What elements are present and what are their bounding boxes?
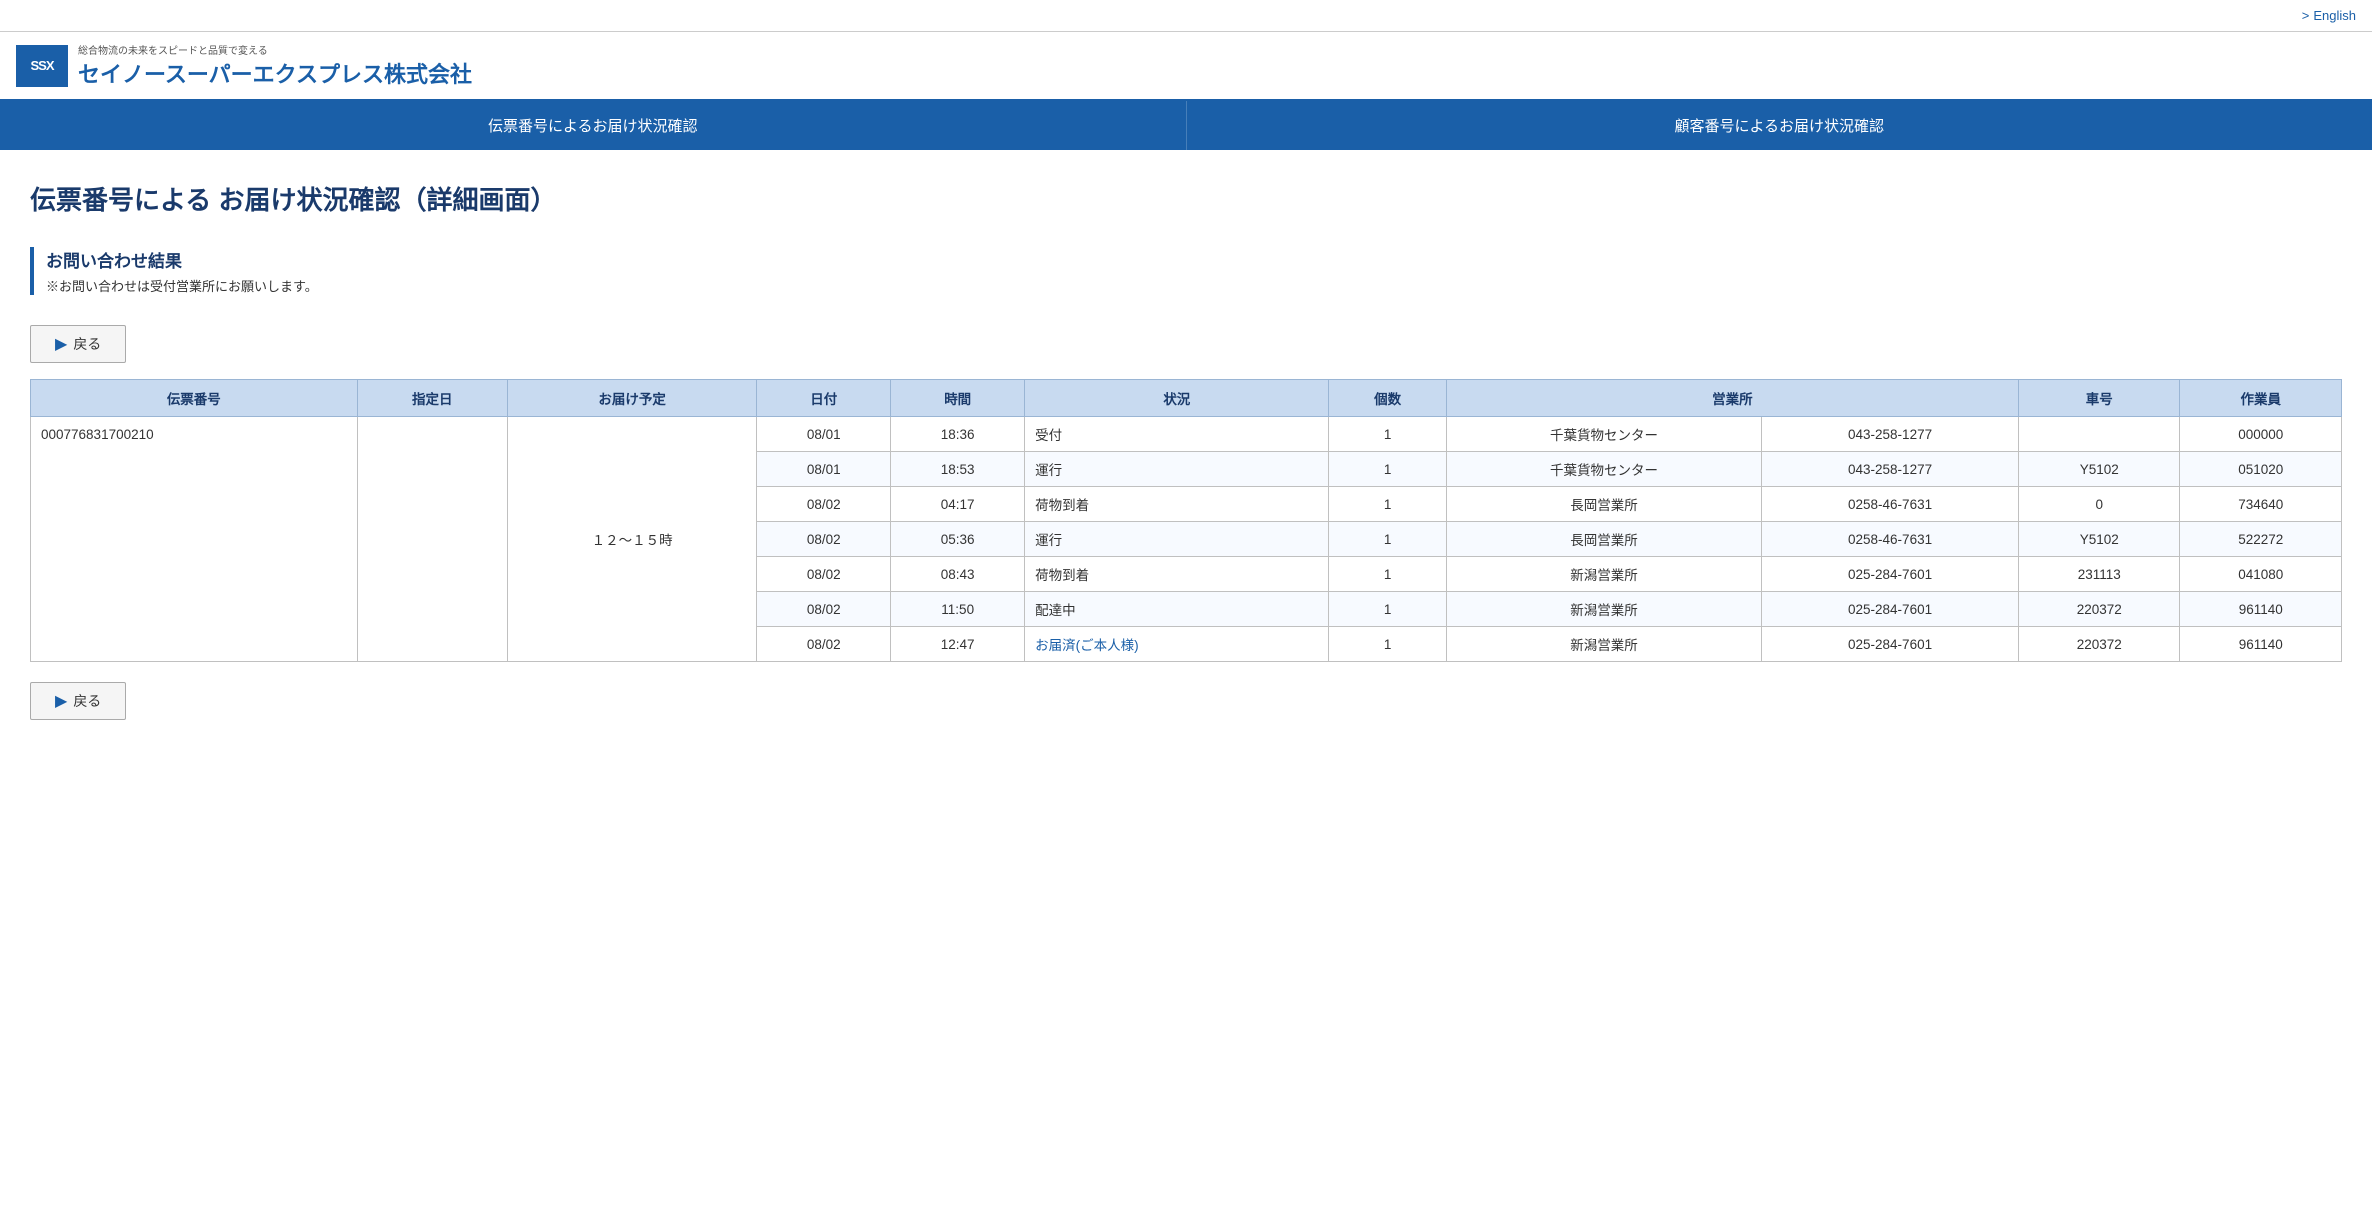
cell-count: 1 (1329, 522, 1446, 557)
table-body: 000776831700210１２～１５時08/0118:36受付1千葉貨物セン… (31, 417, 2342, 662)
cell-count: 1 (1329, 557, 1446, 592)
table-row: 000776831700210１２～１５時08/0118:36受付1千葉貨物セン… (31, 417, 2342, 452)
logo-icon (16, 45, 68, 87)
info-note: ※お問い合わせは受付営業所にお願いします。 (46, 276, 2342, 295)
back-button-bottom[interactable]: ▶ 戻る (30, 682, 126, 720)
col-status: 状況 (1025, 380, 1329, 417)
cell-count: 1 (1329, 592, 1446, 627)
cell-count: 1 (1329, 487, 1446, 522)
cell-time: 08:43 (891, 557, 1025, 592)
col-shitebi: 指定日 (357, 380, 507, 417)
cell-date: 08/01 (757, 452, 891, 487)
cell-office-tel: 043-258-1277 (1762, 452, 2019, 487)
cell-office-name: 長岡営業所 (1446, 522, 1761, 557)
cell-time: 18:53 (891, 452, 1025, 487)
cell-office-name: 長岡営業所 (1446, 487, 1761, 522)
col-car: 車号 (2018, 380, 2179, 417)
cell-worker: 041080 (2180, 557, 2342, 592)
col-denpyo: 伝票番号 (31, 380, 358, 417)
cell-office-tel: 025-284-7601 (1762, 592, 2019, 627)
col-count: 個数 (1329, 380, 1446, 417)
cell-time: 12:47 (891, 627, 1025, 662)
back-icon-top: ▶ (55, 334, 67, 354)
info-box: お問い合わせ結果 ※お問い合わせは受付営業所にお願いします。 (30, 247, 2342, 295)
nav: 伝票番号によるお届け状況確認 顧客番号によるお届け状況確認 (0, 101, 2372, 150)
cell-office-name: 新潟営業所 (1446, 557, 1761, 592)
cell-count: 1 (1329, 627, 1446, 662)
cell-status: 運行 (1025, 452, 1329, 487)
info-heading: お問い合わせ結果 (46, 247, 2342, 272)
english-link[interactable]: English (2302, 8, 2356, 23)
cell-status: 荷物到着 (1025, 557, 1329, 592)
cell-car (2018, 417, 2179, 452)
cell-car: 220372 (2018, 627, 2179, 662)
cell-office-tel: 025-284-7601 (1762, 557, 2019, 592)
header: 総合物流の未来をスピードと品質で変える セイノースーパーエクスプレス株式会社 (0, 32, 2372, 101)
cell-worker: 961140 (2180, 627, 2342, 662)
cell-count: 1 (1329, 452, 1446, 487)
logo-box: 総合物流の未来をスピードと品質で変える セイノースーパーエクスプレス株式会社 (16, 42, 472, 89)
nav-item-kokyaku[interactable]: 顧客番号によるお届け状況確認 (1187, 101, 2372, 150)
cell-worker: 522272 (2180, 522, 2342, 557)
cell-status: 荷物到着 (1025, 487, 1329, 522)
logo-text-block: 総合物流の未来をスピードと品質で変える セイノースーパーエクスプレス株式会社 (78, 42, 472, 89)
col-time: 時間 (891, 380, 1025, 417)
cell-car: Y5102 (2018, 452, 2179, 487)
cell-status: 受付 (1025, 417, 1329, 452)
cell-tracking-number: 000776831700210 (31, 417, 358, 662)
cell-date: 08/02 (757, 557, 891, 592)
col-otodoke: お届け予定 (507, 380, 756, 417)
cell-worker: 961140 (2180, 592, 2342, 627)
cell-date: 08/02 (757, 627, 891, 662)
col-office: 営業所 (1446, 380, 2018, 417)
cell-status[interactable]: お届済(ご本人様) (1025, 627, 1329, 662)
cell-office-name: 新潟営業所 (1446, 627, 1761, 662)
cell-time: 11:50 (891, 592, 1025, 627)
cell-worker: 734640 (2180, 487, 2342, 522)
back-label-top: 戻る (73, 334, 101, 354)
table-header-row: 伝票番号 指定日 お届け予定 日付 時間 状況 個数 営業所 車号 作業員 (31, 380, 2342, 417)
nav-item-denpyo[interactable]: 伝票番号によるお届け状況確認 (0, 101, 1187, 150)
page-title: 伝票番号による お届け状況確認（詳細画面） (30, 180, 2342, 217)
cell-car: Y5102 (2018, 522, 2179, 557)
cell-office-tel: 0258-46-7631 (1762, 487, 2019, 522)
col-worker: 作業員 (2180, 380, 2342, 417)
cell-status: 配達中 (1025, 592, 1329, 627)
cell-car: 220372 (2018, 592, 2179, 627)
cell-office-tel: 0258-46-7631 (1762, 522, 2019, 557)
cell-time: 05:36 (891, 522, 1025, 557)
cell-office-name: 新潟営業所 (1446, 592, 1761, 627)
cell-car: 0 (2018, 487, 2179, 522)
col-date: 日付 (757, 380, 891, 417)
cell-shitebi (357, 417, 507, 662)
cell-date: 08/02 (757, 487, 891, 522)
cell-date: 08/02 (757, 592, 891, 627)
cell-car: 231113 (2018, 557, 2179, 592)
english-label: English (2313, 8, 2356, 23)
logo-main-title: セイノースーパーエクスプレス株式会社 (78, 57, 472, 89)
cell-date: 08/01 (757, 417, 891, 452)
back-label-bottom: 戻る (73, 691, 101, 711)
top-bar: English (0, 0, 2372, 32)
cell-worker: 000000 (2180, 417, 2342, 452)
back-button-top[interactable]: ▶ 戻る (30, 325, 126, 363)
cell-time: 04:17 (891, 487, 1025, 522)
cell-office-tel: 043-258-1277 (1762, 417, 2019, 452)
cell-office-name: 千葉貨物センター (1446, 417, 1761, 452)
cell-office-tel: 025-284-7601 (1762, 627, 2019, 662)
cell-worker: 051020 (2180, 452, 2342, 487)
cell-count: 1 (1329, 417, 1446, 452)
logo-subtitle: 総合物流の未来をスピードと品質で変える (78, 42, 472, 57)
cell-status: 運行 (1025, 522, 1329, 557)
tracking-table: 伝票番号 指定日 お届け予定 日付 時間 状況 個数 営業所 車号 作業員 00… (30, 379, 2342, 662)
back-icon-bottom: ▶ (55, 691, 67, 711)
content: 伝票番号による お届け状況確認（詳細画面） お問い合わせ結果 ※お問い合わせは受… (0, 150, 2372, 766)
cell-office-name: 千葉貨物センター (1446, 452, 1761, 487)
cell-date: 08/02 (757, 522, 891, 557)
cell-estimate: １２～１５時 (507, 417, 756, 662)
cell-time: 18:36 (891, 417, 1025, 452)
